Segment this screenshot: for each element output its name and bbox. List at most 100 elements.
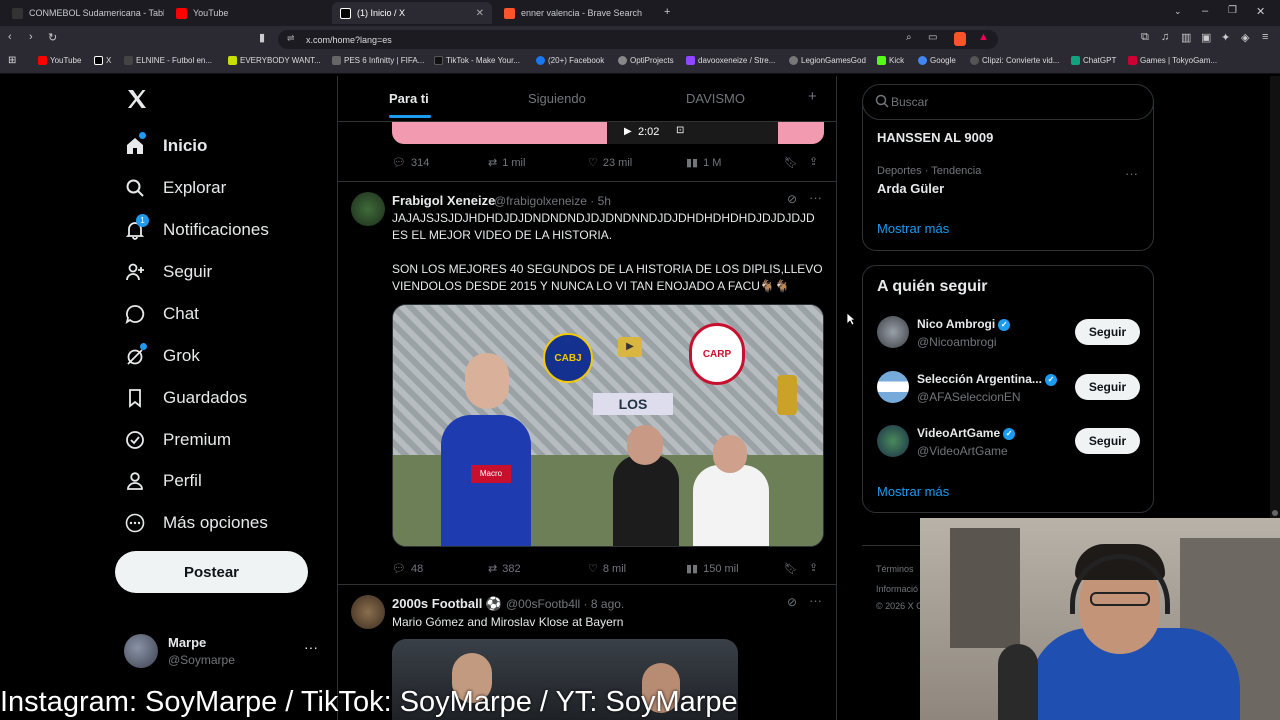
tweet-more-icon[interactable]: ··· (809, 190, 822, 205)
footer-link[interactable]: Términos (876, 564, 914, 574)
scrollbar-thumb[interactable] (1272, 510, 1278, 516)
avatar[interactable] (877, 425, 909, 457)
follow-account-handle[interactable]: @AFASeleccionEN (917, 390, 1021, 404)
close-tab-icon[interactable]: ✕ (476, 8, 484, 19)
brave-shields-icon[interactable] (954, 32, 966, 46)
tweet-avatar[interactable] (351, 192, 385, 226)
site-settings-icon[interactable]: ⇌ (287, 33, 295, 44)
tweet-author[interactable]: 2000s Football ⚽ (392, 596, 502, 612)
minimize-icon[interactable]: – (1202, 5, 1208, 17)
browser-tab[interactable]: CONMEBOL Sudamericana - Tabla, fi (4, 2, 164, 24)
tweet-author[interactable]: Frabigol Xeneize (392, 193, 495, 208)
tweet-avatar[interactable] (351, 595, 385, 629)
bookmark-item[interactable]: YouTube (38, 56, 81, 65)
repost-button[interactable]: ⇄ 1 mil (488, 156, 525, 170)
bookmark-page-icon[interactable]: ▮ (259, 31, 265, 44)
reply-button[interactable]: 💬︎ 48 (392, 562, 423, 576)
nav-notifications[interactable]: 1 Notificaciones (124, 214, 269, 241)
follow-account-handle[interactable]: @VideoArtGame (917, 444, 1008, 458)
tab-following[interactable]: Siguiendo (528, 91, 586, 106)
bookmark-tweet-icon[interactable]: 🔖︎ (784, 562, 798, 575)
tweet-more-icon[interactable]: ··· (809, 593, 822, 608)
add-tab-icon[interactable]: + (808, 88, 817, 105)
bookmark-item[interactable]: davooxeneize / Stre... (686, 56, 775, 65)
follow-button[interactable]: Seguir (1075, 428, 1140, 454)
bookmark-item[interactable]: Clipzi: Convierte vid... (970, 56, 1059, 65)
grok-tweet-icon[interactable]: ⊘ (787, 192, 797, 206)
follow-account-name[interactable]: Nico Ambrogi ✓ (917, 317, 1011, 331)
bookmark-item[interactable]: Kick (877, 56, 904, 65)
tab-list-chevron-icon[interactable]: ⌄ (1174, 6, 1182, 17)
nav-grok[interactable]: Grok (124, 343, 200, 367)
sidebar-toggle-icon[interactable]: ▥ (1181, 31, 1191, 44)
wallet-icon[interactable]: ▣ (1201, 31, 1211, 44)
new-tab-button[interactable]: + (664, 6, 670, 18)
tab-for-you[interactable]: Para ti (389, 91, 429, 106)
bookmark-item[interactable]: Games | TokyoGam... (1128, 56, 1217, 65)
show-more-link[interactable]: Mostrar más (877, 221, 949, 236)
avatar[interactable] (877, 371, 909, 403)
bookmark-item[interactable]: ELNINE - Futbol en... (124, 56, 212, 65)
account-switcher[interactable]: Marpe @Soymarpe ··· (114, 627, 326, 675)
views-button[interactable]: ▮▮ 150 mil (686, 562, 739, 576)
bookmark-item[interactable]: ChatGPT (1071, 56, 1116, 65)
bookmark-tweet-icon[interactable]: 🔖︎ (784, 156, 798, 169)
grok-tweet-icon[interactable]: ⊘ (787, 595, 797, 609)
trend-title[interactable]: Arda Güler (877, 181, 944, 196)
follow-button[interactable]: Seguir (1075, 319, 1140, 345)
avatar[interactable] (877, 316, 909, 348)
nav-home[interactable]: Inicio (124, 132, 207, 157)
follow-button[interactable]: Seguir (1075, 374, 1140, 400)
x-logo-icon[interactable] (125, 87, 149, 111)
browser-tab[interactable]: YouTube (168, 2, 328, 24)
follow-account-name[interactable]: VideoArtGame ✓ (917, 426, 1016, 440)
trend-title[interactable]: HANSSEN AL 9009 (877, 130, 993, 145)
bookmark-item[interactable]: Google (918, 56, 956, 65)
repost-button[interactable]: ⇄ 382 (488, 562, 521, 576)
nav-explore[interactable]: Explorar (124, 177, 226, 199)
browser-tab-active[interactable]: (1) Inicio / X ✕ (332, 2, 492, 24)
address-bar[interactable]: ⇌ x.com/home?lang=es ⌕ ▭ ▲ (278, 30, 998, 49)
follow-account-name[interactable]: Selección Argentina... ✓ (917, 372, 1057, 386)
media-icon[interactable]: ♫ (1161, 31, 1169, 43)
zoom-icon[interactable]: ⌕ (906, 32, 912, 43)
share-icon[interactable]: ⇪ (809, 561, 818, 574)
like-button[interactable]: ♡ 23 mil (588, 156, 632, 170)
tweet-handle[interactable]: @frabigolxeneize · 5h (494, 194, 611, 208)
nav-profile[interactable]: Perfil (124, 470, 202, 492)
bookmark-item[interactable]: OptiProjects (618, 56, 674, 65)
vpn-icon[interactable]: ◈ (1241, 31, 1249, 44)
tweet-handle[interactable]: @00sFootb4ll · 8 ago. (506, 597, 624, 611)
like-button[interactable]: ♡ 8 mil (588, 562, 626, 576)
leo-icon[interactable]: ✦ (1221, 31, 1230, 44)
brave-rewards-icon[interactable]: ▲ (978, 31, 989, 43)
bookmark-item[interactable]: (20+) Facebook (536, 56, 604, 65)
account-menu-icon[interactable]: ··· (304, 639, 318, 655)
bookmark-item[interactable]: X (94, 56, 111, 65)
bookmark-item[interactable]: LegionGamesGod (789, 56, 866, 65)
nav-follow[interactable]: Seguir (124, 261, 212, 283)
reload-icon[interactable]: ↻ (48, 31, 57, 44)
tweet[interactable]: Frabigol Xeneize @frabigolxeneize · 5h ⊘… (338, 182, 836, 582)
views-button[interactable]: ▮▮ 1 M (686, 156, 721, 170)
footer-link[interactable]: Informació (876, 584, 918, 594)
reply-button[interactable]: 💬︎ 314 (392, 156, 429, 170)
menu-icon[interactable]: ≡ (1262, 31, 1268, 43)
post-button[interactable]: Postear (115, 551, 308, 593)
nav-more[interactable]: Más opciones (124, 512, 268, 534)
close-window-icon[interactable]: ✕ (1256, 5, 1265, 18)
follow-account-handle[interactable]: @Nicoambrogi (917, 335, 997, 349)
tab-davismo[interactable]: DAVISMO (686, 91, 745, 106)
top-video[interactable]: ▶ 2:02 ⊡ (392, 122, 824, 144)
captions-icon[interactable]: ⊡ (676, 125, 684, 136)
play-icon[interactable]: ▶ (624, 126, 632, 137)
nav-chat[interactable]: Chat (124, 303, 199, 325)
bookmark-item[interactable]: PES 6 Infinitty | FIFA... (332, 56, 424, 65)
maximize-icon[interactable]: ❐ (1228, 5, 1237, 16)
tweet-video[interactable]: CABJ CARP ▶ LOS Macro (392, 304, 824, 547)
nav-premium[interactable]: Premium (124, 429, 231, 451)
bookmark-item[interactable]: TikTok - Make Your... (434, 56, 520, 65)
bookmark-item[interactable]: EVERYBODY WANT... (228, 56, 321, 65)
nav-bookmarks[interactable]: Guardados (124, 387, 247, 409)
browser-tab[interactable]: enner valencia - Brave Search (496, 2, 656, 24)
